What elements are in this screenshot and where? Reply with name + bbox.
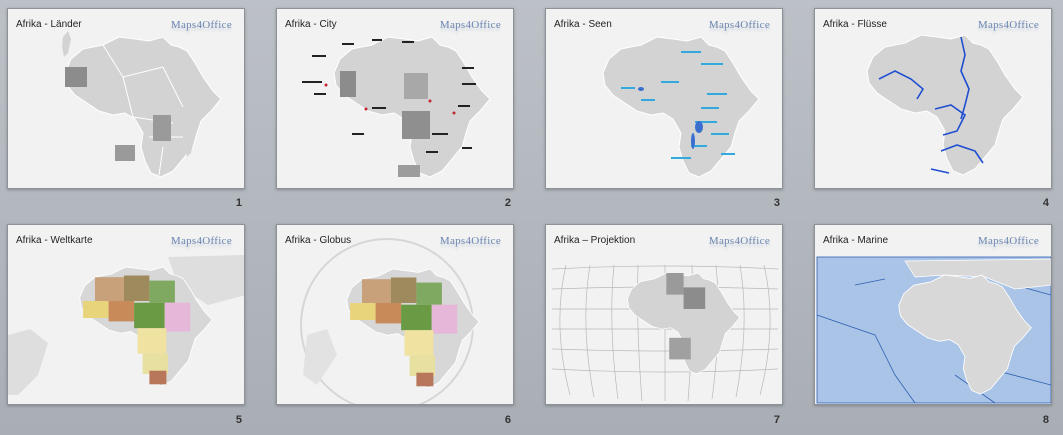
slide-title: Afrika - City [285,19,337,30]
slide-title: Afrika - Marine [823,235,889,246]
slide-title: Afrika – Projektion [554,235,636,246]
africa-globe-map [300,238,480,404]
maps4office-logo: Maps4Office [170,235,232,247]
slide-number: 3 [773,197,780,209]
africa-projection-map [551,264,779,402]
slide-thumbnail-3[interactable]: Afrika - Seen Maps4Office [545,8,783,189]
slide-number: 4 [1042,197,1049,209]
slide-thumbnail-6[interactable]: Afrika - Globus Maps4Office [276,224,514,405]
maps4office-logo: Maps4Office [439,235,501,247]
slide-number: 6 [504,414,511,426]
slide-thumbnail-8[interactable]: Afrika - Marine Maps4Office [814,224,1052,405]
slide-title: Afrika - Flüsse [823,19,887,30]
slide-title: Afrika - Seen [554,19,612,30]
slide-number: 8 [1042,414,1049,426]
slide-thumbnail-1[interactable]: Afrika - Länder Maps4Office [7,8,245,189]
maps4office-logo: Maps4Office [439,19,501,31]
africa-countries-map [62,31,222,178]
africa-rivers-map [866,34,1024,176]
africa-marine-map [816,256,1051,404]
africa-city-map [302,36,491,178]
slide-thumbnail-4[interactable]: Afrika - Flüsse Maps4Office [814,8,1052,189]
slide-title: Afrika - Weltkarte [16,235,93,246]
africa-world-map [8,255,244,395]
maps4office-logo: Maps4Office [170,19,232,31]
slide-thumbnail-7[interactable]: Afrika – Projektion Maps4Office [545,224,783,405]
maps4office-logo: Maps4Office [977,19,1039,31]
slide-number: 2 [504,197,511,209]
slide-number: 1 [235,197,242,209]
africa-lakes-map [602,36,760,178]
maps4office-logo: Maps4Office [708,235,770,247]
slide-title: Afrika - Länder [16,19,82,30]
maps4office-logo: Maps4Office [708,19,770,31]
slide-number: 7 [773,414,780,426]
slide-number: 5 [235,414,242,426]
slide-title: Afrika - Globus [285,235,352,246]
slide-thumbnail-5[interactable]: Afrika - Weltkarte Maps4Office [7,224,245,405]
maps4office-logo: Maps4Office [977,235,1039,247]
slide-thumbnail-2[interactable]: Afrika - City Maps4Office [276,8,514,189]
